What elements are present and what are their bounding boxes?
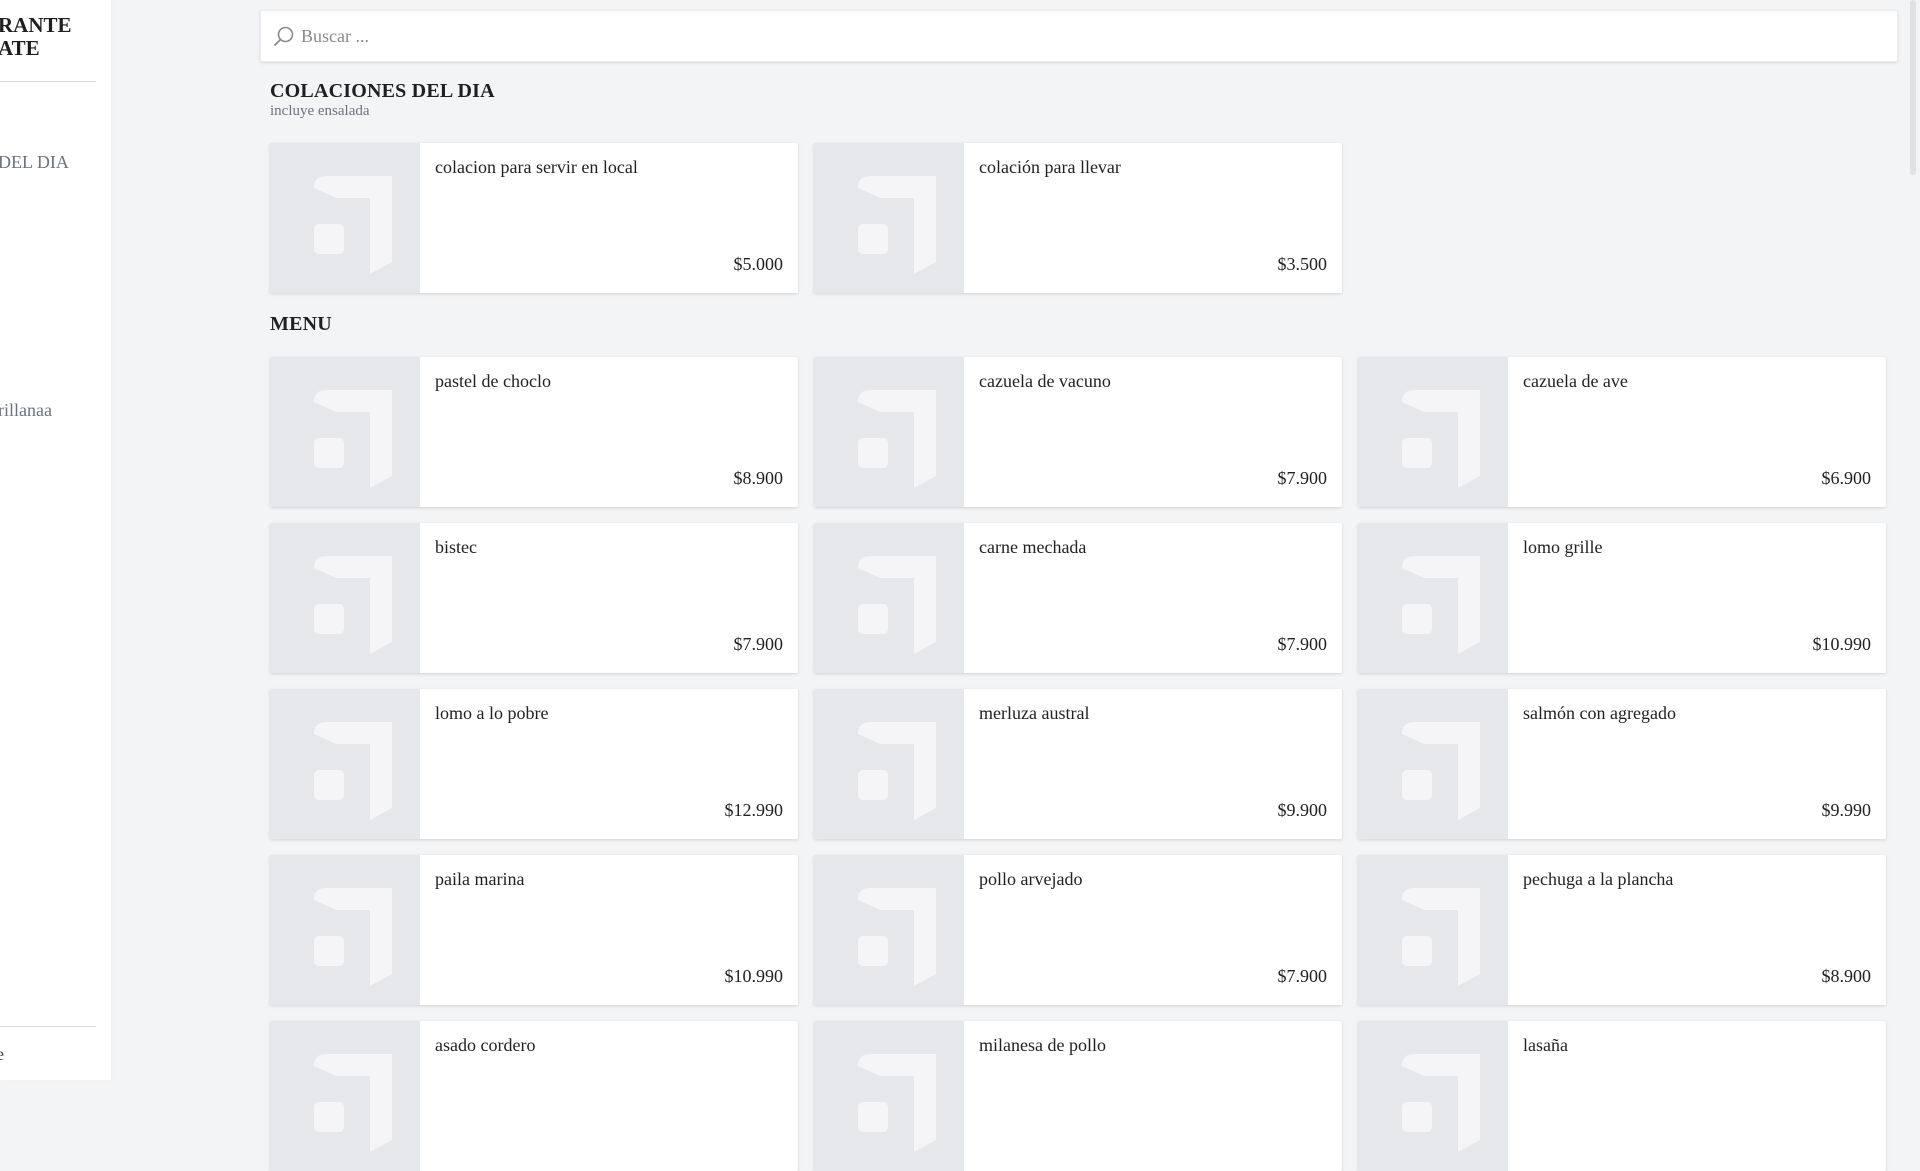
section-subtitle-colaciones: incluye ensalada [270,103,370,119]
product-price: $10.990 [724,966,784,986]
sidebar: RANTE ATE DEL DIA rillanaa e [0,0,111,1080]
product-card[interactable]: asado cordero [270,1021,798,1171]
product-image [1358,689,1508,839]
search-input[interactable] [299,19,1883,53]
image-placeholder-icon [1402,888,1480,986]
product-price: $9.900 [1277,800,1328,820]
image-placeholder-icon [314,888,392,986]
product-price: $10.990 [1812,634,1872,654]
product-price: $6.900 [1821,468,1872,488]
product-image [814,523,964,673]
sidebar-divider-bottom [0,1026,96,1027]
product-image [270,357,420,507]
product-card[interactable]: milanesa de pollo [814,1021,1342,1171]
product-name: colacion para servir en local [435,157,638,177]
image-placeholder-icon [314,556,392,654]
product-name: cazuela de ave [1523,371,1628,391]
product-card[interactable]: lomo a lo pobre $12.990 [270,689,798,839]
product-name: lomo a lo pobre [435,703,549,723]
product-card[interactable]: salmón con agregado $9.990 [1358,689,1886,839]
product-image [1358,523,1508,673]
product-image [814,855,964,1005]
sidebar-item-colaciones[interactable]: DEL DIA [0,152,69,173]
product-price: $5.000 [733,254,784,274]
product-image [1358,1021,1508,1171]
image-placeholder-icon [1402,556,1480,654]
sidebar-item-parrillanaa[interactable]: rillanaa [0,400,52,421]
product-card[interactable]: merluza austral $9.900 [814,689,1342,839]
product-card[interactable]: cazuela de ave $6.900 [1358,357,1886,507]
image-placeholder-icon [858,176,936,274]
image-placeholder-icon [858,722,936,820]
product-card[interactable]: paila marina $10.990 [270,855,798,1005]
product-card[interactable]: pastel de choclo $8.900 [270,357,798,507]
section-title-colaciones: COLACIONES DEL DIA [270,80,495,102]
product-card[interactable]: colación para llevar $3.500 [814,143,1342,293]
product-card[interactable]: pollo arvejado $7.900 [814,855,1342,1005]
product-name: lomo grille [1523,537,1603,557]
product-image [270,523,420,673]
product-name: lasaña [1523,1035,1568,1055]
product-name: salmón con agregado [1523,703,1676,723]
product-price: $3.500 [1277,254,1328,274]
product-card[interactable]: lomo grille $10.990 [1358,523,1886,673]
restaurant-name: RANTE ATE [0,13,72,60]
product-price: $7.900 [1277,634,1328,654]
image-placeholder-icon [314,390,392,488]
image-placeholder-icon [314,722,392,820]
image-placeholder-icon [858,390,936,488]
image-placeholder-icon [314,1054,392,1152]
product-card[interactable]: pechuga a la plancha $8.900 [1358,855,1886,1005]
product-name: colación para llevar [979,157,1121,177]
product-price: $9.990 [1821,800,1872,820]
product-name: cazuela de vacuno [979,371,1111,391]
product-name: asado cordero [435,1035,536,1055]
sidebar-footer-link[interactable]: e [0,1044,4,1065]
product-name: paila marina [435,869,525,889]
product-card[interactable]: carne mechada $7.900 [814,523,1342,673]
search-icon [274,26,294,46]
product-price: $7.900 [1277,966,1328,986]
product-card[interactable]: colacion para servir en local $5.000 [270,143,798,293]
image-placeholder-icon [1402,1054,1480,1152]
product-name: merluza austral [979,703,1090,723]
product-name: pollo arvejado [979,869,1083,889]
search-bar[interactable] [260,10,1898,62]
sidebar-divider-top [0,81,96,82]
product-image [270,855,420,1005]
product-price: $7.900 [733,634,784,654]
product-image [270,689,420,839]
product-image [814,143,964,293]
product-image [1358,357,1508,507]
image-placeholder-icon [1402,722,1480,820]
product-name: pechuga a la plancha [1523,869,1674,889]
product-image [1358,855,1508,1005]
product-price: $12.990 [724,800,784,820]
image-placeholder-icon [858,888,936,986]
product-card[interactable]: lasaña [1358,1021,1886,1171]
product-image [814,689,964,839]
product-card[interactable]: bistec $7.900 [270,523,798,673]
section-title-menu: MENU [270,313,332,335]
product-price: $8.900 [1821,966,1872,986]
page-scrollbar[interactable] [1910,0,1916,175]
image-placeholder-icon [1402,390,1480,488]
product-image [270,1021,420,1171]
product-image [814,357,964,507]
product-name: carne mechada [979,537,1087,557]
product-image [270,143,420,293]
product-name: bistec [435,537,477,557]
image-placeholder-icon [314,176,392,274]
product-name: milanesa de pollo [979,1035,1106,1055]
product-card[interactable]: cazuela de vacuno $7.900 [814,357,1342,507]
product-image [814,1021,964,1171]
product-price: $8.900 [733,468,784,488]
image-placeholder-icon [858,556,936,654]
product-price: $7.900 [1277,468,1328,488]
product-name: pastel de choclo [435,371,551,391]
image-placeholder-icon [858,1054,936,1152]
